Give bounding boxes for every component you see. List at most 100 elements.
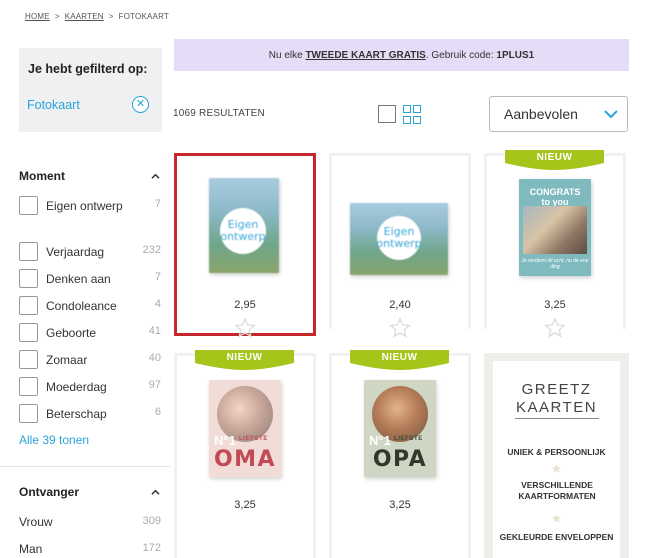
results-count: 1069 RESULTATEN <box>173 108 265 119</box>
new-badge-label: NIEUW <box>536 152 573 163</box>
promo-text: Nu elke <box>268 49 303 61</box>
greetz-feature: GEKLEURDE ENVELOPPEN <box>499 532 614 542</box>
card-small-text: LIEFSTE <box>394 436 423 442</box>
promo-highlight[interactable]: TWEEDE KAART GRATIS <box>305 50 425 61</box>
checkbox[interactable] <box>19 404 38 423</box>
product-image[interactable]: Eigen ontwerp <box>350 203 448 275</box>
product-price: 2,40 <box>389 299 411 311</box>
product-price: 3,25 <box>544 299 566 311</box>
new-ribbon: NIEUW <box>505 150 604 170</box>
breadcrumb-separator: > <box>54 12 60 21</box>
card-small-text: LIEFSTE <box>239 436 268 442</box>
checkbox[interactable] <box>19 296 38 315</box>
product-card[interactable]: Eigen ontwerp 2,95 <box>174 153 316 338</box>
show-all-moment-link[interactable]: Alle 39 tonen <box>19 433 89 447</box>
product-price: 3,25 <box>389 499 411 511</box>
filter-option-label: Eigen ontwerp <box>46 199 123 213</box>
filter-option-count: 232 <box>142 244 161 256</box>
greetz-logo-line2: KAARTEN <box>515 399 598 416</box>
card-big-text: OPA <box>372 447 428 472</box>
star-icon <box>551 463 562 473</box>
promo-text-mid: . Gebruik code: <box>425 49 494 61</box>
filter-option-count: 4 <box>154 298 161 310</box>
favorite-star-icon[interactable] <box>389 317 411 339</box>
filter-option-label: Condoleance <box>46 299 117 313</box>
breadcrumb-separator: > <box>108 12 114 21</box>
filter-option-count: 40 <box>148 352 161 364</box>
active-filters-title: Je hebt gefilterd op: <box>28 62 148 76</box>
chevron-up-icon[interactable] <box>151 172 160 181</box>
filter-option-geboorte[interactable]: Geboorte 41 <box>19 323 162 345</box>
checkbox[interactable] <box>19 323 38 342</box>
filter-option-beterschap[interactable]: Beterschap 6 <box>19 404 162 426</box>
filter-heading-moment[interactable]: Moment <box>19 169 65 183</box>
eigen-ontwerp-badge: Eigen ontwerp <box>376 216 422 260</box>
promo-banner: Nu elke TWEEDE KAART GRATIS. Gebruik cod… <box>174 39 629 71</box>
logo-underline <box>515 418 599 419</box>
filter-option-label: Vrouw <box>19 515 53 529</box>
favorite-star-icon[interactable] <box>234 317 256 339</box>
card-number: N°1 <box>369 433 391 448</box>
star-icon <box>551 513 562 523</box>
checkbox[interactable] <box>19 269 38 288</box>
eigen-ontwerp-badge: Eigen ontwerp <box>220 208 266 254</box>
product-card[interactable]: NIEUW CONGRATS to you Je verdient dit ech… <box>484 150 626 338</box>
product-price: 3,25 <box>234 499 256 511</box>
filter-option-label: Zomaar <box>46 353 88 367</box>
filter-option-label: Beterschap <box>46 407 107 421</box>
product-card[interactable]: NIEUW N°1 LIEFSTE OMA 3,25 <box>174 350 316 558</box>
new-badge-label: NIEUW <box>226 352 263 363</box>
list-view-icon[interactable] <box>378 105 396 123</box>
card-title: CONGRATS to you <box>519 187 591 207</box>
grid-view-icon[interactable] <box>403 105 422 124</box>
filter-option-label: Moederdag <box>46 380 107 394</box>
filter-option-vrouw[interactable]: Vrouw 309 <box>19 515 162 529</box>
breadcrumb-kaarten[interactable]: KAARTEN <box>65 12 104 21</box>
active-filter-fotokaart[interactable]: Fotokaart <box>27 98 80 112</box>
checkbox[interactable] <box>19 242 38 261</box>
filter-option-condoleance[interactable]: Condoleance 4 <box>19 296 162 318</box>
filter-option-man[interactable]: Man 172 <box>19 542 162 556</box>
chevron-down-icon <box>604 110 618 119</box>
chevron-up-icon[interactable] <box>151 488 160 497</box>
filter-heading-ontvanger[interactable]: Ontvanger <box>19 485 79 499</box>
card-photo <box>523 206 587 254</box>
favorite-star-icon[interactable] <box>544 317 566 339</box>
greetz-feature: VERSCHILLENDE KAARTFORMATEN <box>518 480 596 501</box>
product-image[interactable]: N°1 LIEFSTE OMA <box>209 380 281 477</box>
filter-option-label: Denken aan <box>46 272 111 286</box>
product-image[interactable]: N°1 LIEFSTE OPA <box>364 380 436 477</box>
filter-option-label: Man <box>19 542 43 556</box>
filter-option-count: 6 <box>154 406 161 418</box>
filter-option-denken-aan[interactable]: Denken aan 7 <box>19 269 162 291</box>
greetz-logo-line1: GREETZ <box>521 381 592 398</box>
divider <box>0 466 170 467</box>
filter-option-label: Verjaardag <box>46 245 105 259</box>
filter-option-count: 7 <box>154 198 161 210</box>
card-title-text: CONGRATS <box>529 187 581 197</box>
breadcrumb-home[interactable]: HOME <box>25 12 50 21</box>
sort-select-value: Aanbevolen <box>504 106 578 122</box>
remove-filter-icon[interactable]: ✕ <box>132 96 149 113</box>
checkbox[interactable] <box>19 196 38 215</box>
filter-option-moederdag[interactable]: Moederdag 97 <box>19 377 162 399</box>
product-image[interactable]: Eigen ontwerp <box>209 178 279 273</box>
card-big-text: OMA <box>213 447 277 472</box>
promo-code: 1PLUS1 <box>496 49 535 61</box>
filter-option-count: 172 <box>142 542 161 554</box>
sort-select[interactable]: Aanbevolen <box>489 96 628 132</box>
checkbox[interactable] <box>19 350 38 369</box>
card-number: N°1 <box>214 433 236 448</box>
card-tagline: Je verdient dit echt, nu de ene ding <box>521 258 589 270</box>
greetz-promo-tile[interactable]: GREETZ KAARTEN UNIEK & PERSOONLIJK VERSC… <box>484 353 629 558</box>
product-image[interactable]: CONGRATS to you Je verdient dit echt, nu … <box>519 179 591 276</box>
filter-option-verjaardag[interactable]: Verjaardag 232 <box>19 242 162 264</box>
product-card[interactable]: Eigen ontwerp 2,40 <box>329 153 471 338</box>
filter-option-zomaar[interactable]: Zomaar 40 <box>19 350 162 372</box>
breadcrumb-current: FOTOKAART <box>118 12 170 21</box>
new-ribbon: NIEUW <box>195 350 294 370</box>
filter-option-eigen-ontwerp[interactable]: Eigen ontwerp 7 <box>19 196 162 218</box>
checkbox[interactable] <box>19 377 38 396</box>
product-card[interactable]: NIEUW N°1 LIEFSTE OPA 3,25 <box>329 350 471 558</box>
greetz-feature: UNIEK & PERSOONLIJK <box>507 447 606 457</box>
